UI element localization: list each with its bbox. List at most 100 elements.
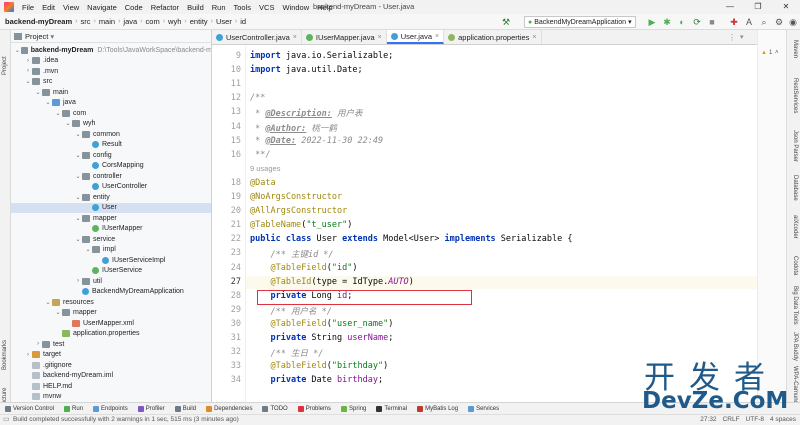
tree-item[interactable]: ⌄ config bbox=[11, 150, 211, 161]
line-number[interactable]: 14 bbox=[231, 122, 241, 132]
tab-user-java[interactable]: User.java × bbox=[386, 30, 445, 44]
close-tab-icon[interactable]: × bbox=[293, 34, 297, 41]
chevron-down-icon[interactable]: ⌄ bbox=[74, 194, 82, 201]
tree-item[interactable]: ⌄ common bbox=[11, 129, 211, 140]
breadcrumb-item[interactable]: backend-myDream bbox=[0, 17, 75, 26]
line-number[interactable]: 18 bbox=[231, 178, 241, 188]
tree-item[interactable]: ⌄ backend-myDream D:\Tools\JavaWorkSpace\b… bbox=[11, 45, 211, 56]
breadcrumb-item[interactable]: entity bbox=[187, 17, 211, 26]
tree-item[interactable]: › .mvn bbox=[11, 66, 211, 77]
usages-hint[interactable]: 9 usages bbox=[250, 164, 280, 174]
tool-window-run[interactable]: Run bbox=[59, 405, 88, 412]
tree-item[interactable]: ⌄ entity bbox=[11, 192, 211, 203]
tree-item[interactable]: ⌄ impl bbox=[11, 245, 211, 256]
tree-item[interactable]: IUserMapper bbox=[11, 224, 211, 235]
line-number[interactable]: 20 bbox=[231, 206, 241, 216]
editor-scrollbar[interactable]: ▲ 1 ˄ bbox=[757, 30, 786, 402]
tree-item[interactable]: UserController bbox=[11, 182, 211, 193]
chevron-down-icon[interactable]: ⌄ bbox=[44, 299, 52, 306]
breadcrumb-item[interactable]: java bbox=[120, 17, 140, 26]
tab-list-icon[interactable]: ⋮ bbox=[728, 33, 736, 42]
profile-icon[interactable]: ⟳ bbox=[691, 16, 703, 28]
tree-item[interactable]: application.properties bbox=[11, 329, 211, 340]
tree-item[interactable]: IUserServiceImpl bbox=[11, 255, 211, 266]
chevron-right-icon[interactable]: › bbox=[24, 68, 32, 74]
breadcrumb-item[interactable]: main bbox=[96, 17, 118, 26]
stop-icon[interactable]: ■ bbox=[706, 16, 718, 28]
menu-run[interactable]: Run bbox=[208, 3, 230, 12]
layout-icon[interactable]: ▭ bbox=[3, 415, 10, 423]
warning-icon[interactable]: ▲ bbox=[761, 50, 767, 56]
run-icon[interactable]: ▶ bbox=[646, 16, 658, 28]
bookmarks-tool-tab[interactable]: Bookmarks bbox=[2, 340, 8, 370]
breadcrumb-item[interactable]: User bbox=[213, 17, 235, 26]
chevron-down-icon[interactable]: ⌄ bbox=[54, 309, 62, 316]
line-number[interactable]: 32 bbox=[231, 347, 241, 357]
menu-edit[interactable]: Edit bbox=[38, 3, 59, 12]
search-icon[interactable]: ⌕ bbox=[758, 16, 770, 28]
chevron-up-icon[interactable]: ˄ bbox=[775, 50, 779, 56]
chevron-down-icon[interactable]: ▾ bbox=[740, 33, 744, 41]
tool-window-services[interactable]: Services bbox=[463, 405, 504, 412]
tab-application-properties[interactable]: application.properties × bbox=[444, 30, 542, 44]
chevron-down-icon[interactable]: ⌄ bbox=[34, 89, 42, 96]
chevron-down-icon[interactable]: ▾ bbox=[50, 32, 54, 41]
tree-item[interactable]: ⌄ mapper bbox=[11, 213, 211, 224]
line-number[interactable]: 10 bbox=[231, 65, 241, 75]
chevron-right-icon[interactable]: › bbox=[34, 341, 42, 347]
tool-window-todo[interactable]: TODO bbox=[257, 405, 292, 412]
tool-window-endpoints[interactable]: Endpoints bbox=[88, 405, 133, 412]
tree-item[interactable]: ⌄ com bbox=[11, 108, 211, 119]
close-button[interactable]: ✕ bbox=[772, 0, 800, 14]
chevron-right-icon[interactable]: › bbox=[24, 58, 32, 64]
chevron-down-icon[interactable]: ⌄ bbox=[44, 99, 52, 106]
codota-tool-tab[interactable]: Codota bbox=[792, 256, 798, 275]
status-message[interactable]: Build completed successfully with 2 warn… bbox=[13, 416, 239, 423]
tree-item[interactable]: .gitignore bbox=[11, 360, 211, 371]
minimize-button[interactable]: — bbox=[716, 0, 744, 14]
tree-item[interactable]: ⌄ main bbox=[11, 87, 211, 98]
line-number[interactable]: 33 bbox=[231, 361, 241, 371]
line-number[interactable]: 28 bbox=[231, 291, 241, 301]
line-number[interactable]: 19 bbox=[231, 192, 241, 202]
menu-code[interactable]: Code bbox=[121, 3, 147, 12]
tree-item[interactable]: ⌄ controller bbox=[11, 171, 211, 182]
tree-item[interactable]: ⌄ java bbox=[11, 98, 211, 109]
chevron-down-icon[interactable]: ⌄ bbox=[14, 47, 21, 54]
json-parser-tool-tab[interactable]: Json Parser bbox=[792, 130, 798, 162]
chevron-down-icon[interactable]: ⌄ bbox=[74, 236, 82, 243]
breadcrumb-item[interactable]: src bbox=[77, 17, 93, 26]
maven-tool-tab[interactable]: Maven bbox=[792, 40, 798, 58]
menu-window[interactable]: Window bbox=[278, 3, 313, 12]
tree-item[interactable]: IUserService bbox=[11, 266, 211, 277]
menu-vcs[interactable]: VCS bbox=[255, 3, 278, 12]
tree-item[interactable]: BackendMyDreamApplication bbox=[11, 287, 211, 298]
tool-window-build[interactable]: Build bbox=[170, 405, 201, 412]
run-config-select[interactable]: ● BackendMyDreamApplication ▾ bbox=[524, 16, 636, 28]
close-tab-icon[interactable]: × bbox=[435, 33, 439, 40]
tool-window-dependencies[interactable]: Dependencies bbox=[201, 405, 257, 412]
chevron-down-icon[interactable]: ⌄ bbox=[74, 131, 82, 138]
tool-window-profiler[interactable]: Profiler bbox=[133, 405, 170, 412]
tree-item[interactable]: Result bbox=[11, 140, 211, 151]
tool-window-mybatis-log[interactable]: MyBatis Log bbox=[412, 405, 463, 412]
line-number[interactable]: 21 bbox=[231, 220, 241, 230]
close-tab-icon[interactable]: × bbox=[532, 34, 536, 41]
tool-window-problems[interactable]: Problems bbox=[293, 405, 336, 412]
breadcrumb-item[interactable]: id bbox=[237, 17, 249, 26]
tree-item[interactable]: ⌄ wyh bbox=[11, 119, 211, 130]
line-number[interactable]: 24 bbox=[231, 263, 241, 273]
line-number[interactable]: 31 bbox=[231, 333, 241, 343]
chevron-down-icon[interactable]: ⌄ bbox=[74, 215, 82, 222]
breadcrumb-item[interactable]: com bbox=[143, 17, 163, 26]
tree-item[interactable]: mvnw bbox=[11, 392, 211, 403]
chevron-down-icon[interactable]: ⌄ bbox=[24, 78, 32, 85]
breadcrumb-item[interactable]: wyh bbox=[165, 17, 184, 26]
tree-item[interactable]: ⌄ resources bbox=[11, 297, 211, 308]
tree-item[interactable]: › .idea bbox=[11, 56, 211, 67]
coverage-icon[interactable]: ◐ bbox=[676, 16, 688, 28]
tool-window-spring[interactable]: Spring bbox=[336, 405, 371, 412]
jpa-buddy-tool-tab[interactable]: JPA Buddy bbox=[792, 332, 798, 361]
line-number[interactable]: 11 bbox=[231, 79, 241, 89]
line-number[interactable]: 15 bbox=[231, 136, 241, 146]
